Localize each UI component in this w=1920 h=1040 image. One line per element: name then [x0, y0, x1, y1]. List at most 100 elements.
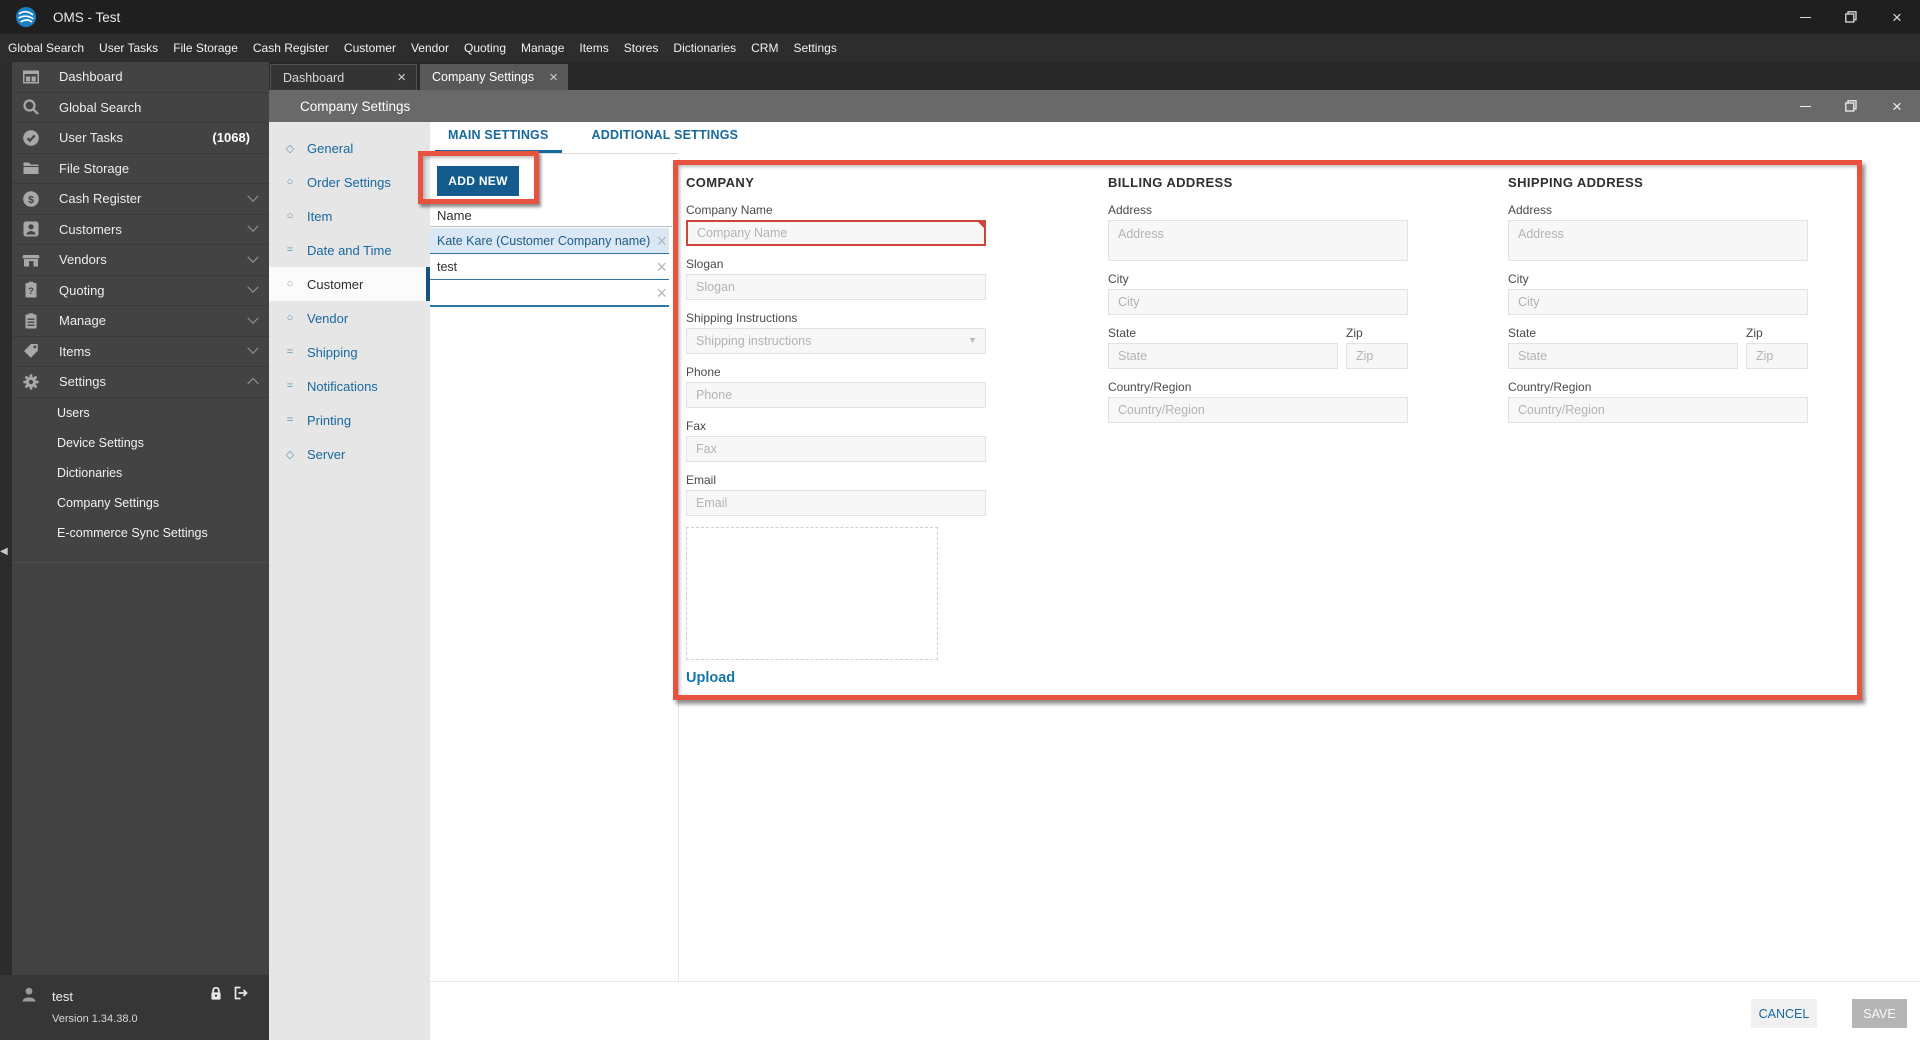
shipping-city-input[interactable]: [1508, 289, 1808, 315]
circle-icon: ○: [286, 176, 294, 188]
menu-customer[interactable]: Customer: [344, 41, 396, 55]
delete-row-icon[interactable]: ×: [656, 231, 667, 251]
settings-nav-date-and-time[interactable]: = Date and Time: [269, 233, 430, 267]
menu-items[interactable]: Items: [579, 41, 608, 55]
sidebar-item-file-storage[interactable]: File Storage: [12, 153, 269, 184]
sidebar-subitem-company-settings[interactable]: Company Settings: [12, 487, 269, 518]
chevron-down-icon[interactable]: [247, 220, 259, 233]
sidebar-subitem-dictionaries[interactable]: Dictionaries: [12, 457, 269, 488]
settings-nav-customer[interactable]: ○ Customer: [269, 267, 430, 301]
sidebar-item-customers[interactable]: Customers: [12, 214, 269, 245]
sidebar-item-dashboard[interactable]: Dashboard: [12, 62, 269, 93]
menu-vendor[interactable]: Vendor: [411, 41, 449, 55]
menu-settings[interactable]: Settings: [793, 41, 836, 55]
billing-country-input[interactable]: [1108, 397, 1408, 423]
add-new-button[interactable]: ADD NEW: [437, 166, 519, 196]
sidebar-item-items[interactable]: Items: [12, 336, 269, 367]
chevron-down-icon[interactable]: [247, 190, 259, 202]
logout-icon[interactable]: [231, 985, 249, 1001]
equals-icon: =: [286, 346, 294, 358]
menu-crm[interactable]: CRM: [751, 41, 778, 55]
sidebar-subitem-ecommerce-sync[interactable]: E-commerce Sync Settings: [12, 517, 269, 548]
settings-nav-server[interactable]: ◇ Server: [269, 437, 430, 471]
settings-nav-shipping[interactable]: = Shipping: [269, 335, 430, 369]
inner-window-controls: ×: [1782, 90, 1920, 122]
chevron-up-icon[interactable]: [247, 377, 259, 389]
chevron-down-icon[interactable]: [247, 251, 259, 263]
sidebar-item-vendors[interactable]: Vendors: [12, 245, 269, 276]
cancel-button[interactable]: CANCEL: [1751, 999, 1817, 1028]
fax-input[interactable]: [686, 436, 986, 462]
shipping-country-input[interactable]: [1508, 397, 1808, 423]
menu-user-tasks[interactable]: User Tasks: [99, 41, 158, 55]
inner-restore-button[interactable]: [1828, 90, 1874, 122]
restore-button[interactable]: [1828, 0, 1874, 34]
tab-additional-settings[interactable]: ADDITIONAL SETTINGS: [579, 128, 752, 153]
tab-company-settings[interactable]: Company Settings ×: [420, 64, 568, 90]
menu-stores[interactable]: Stores: [624, 41, 659, 55]
minimize-button[interactable]: [1782, 0, 1828, 34]
error-corner-icon: [976, 220, 986, 230]
list-item-kate-kare[interactable]: Kate Kare (Customer Company name) ×: [430, 228, 669, 254]
tab-close-icon[interactable]: ×: [397, 70, 406, 85]
sidebar-item-user-tasks[interactable]: User Tasks (1068): [12, 123, 269, 154]
list-item-new-empty[interactable]: ×: [430, 280, 669, 307]
menu-global-search[interactable]: Global Search: [8, 41, 84, 55]
delete-row-icon[interactable]: ×: [656, 257, 667, 277]
shipping-instructions-dropdown[interactable]: ▼: [686, 328, 986, 354]
chevron-down-icon[interactable]: [247, 342, 259, 355]
shipping-zip-input[interactable]: [1746, 343, 1808, 369]
menu-manage[interactable]: Manage: [521, 41, 564, 55]
settings-nav-vendor[interactable]: ○ Vendor: [269, 301, 430, 335]
save-button[interactable]: SAVE: [1852, 999, 1907, 1028]
menu-quoting[interactable]: Quoting: [464, 41, 506, 55]
billing-city-input[interactable]: [1108, 289, 1408, 315]
settings-nav-item[interactable]: ○ Item: [269, 199, 430, 233]
tab-main-settings[interactable]: MAIN SETTINGS: [435, 128, 562, 153]
sidebar-item-label: Settings: [59, 374, 106, 390]
shipping-state-zip-inputs: [1508, 343, 1808, 380]
upload-link[interactable]: Upload: [686, 670, 735, 686]
menu-file-storage[interactable]: File Storage: [173, 41, 238, 55]
delete-row-icon[interactable]: ×: [656, 283, 667, 303]
billing-address-input[interactable]: [1108, 220, 1408, 261]
chevron-down-icon[interactable]: [247, 281, 259, 294]
slogan-input[interactable]: [686, 274, 986, 300]
inner-minimize-button[interactable]: [1782, 90, 1828, 122]
company-name-input[interactable]: [686, 220, 986, 246]
sidebar-item-quoting[interactable]: ? Quoting: [12, 275, 269, 306]
logo-upload-dropzone[interactable]: [686, 527, 938, 660]
lock-icon[interactable]: [208, 985, 224, 1001]
sidebar-subitem-device-settings[interactable]: Device Settings: [12, 427, 269, 458]
chevron-down-icon[interactable]: [247, 312, 259, 324]
shipping-address-input[interactable]: [1508, 220, 1808, 261]
gear-icon: [22, 373, 40, 391]
settings-nav-order-settings[interactable]: ○ Order Settings: [269, 165, 430, 199]
billing-zip-input[interactable]: [1346, 343, 1408, 369]
shipping-instructions-input[interactable]: [686, 328, 986, 354]
shipping-state-input[interactable]: [1508, 343, 1738, 369]
tab-close-icon[interactable]: ×: [549, 70, 558, 85]
menu-cash-register[interactable]: Cash Register: [253, 41, 329, 55]
settings-nav-notifications[interactable]: = Notifications: [269, 369, 430, 403]
phone-input[interactable]: [686, 382, 986, 408]
sidebar-subitem-users[interactable]: Users: [12, 397, 269, 428]
inner-close-button[interactable]: ×: [1874, 90, 1920, 122]
close-button[interactable]: ×: [1874, 0, 1920, 34]
sidebar-item-cash-register[interactable]: $ Cash Register: [12, 184, 269, 215]
list-item-test[interactable]: test ×: [430, 254, 669, 280]
email-input[interactable]: [686, 490, 986, 516]
billing-state-input[interactable]: [1108, 343, 1338, 369]
quote-clipboard-icon: ?: [22, 281, 40, 299]
billing-country-label: Country/Region: [1108, 380, 1192, 394]
settings-nav-general[interactable]: ◇ General: [269, 131, 430, 165]
sidebar-item-settings[interactable]: Settings: [12, 367, 269, 398]
settings-nav-printing[interactable]: = Printing: [269, 403, 430, 437]
sidebar-item-global-search[interactable]: Global Search: [12, 92, 269, 123]
menu-dictionaries[interactable]: Dictionaries: [673, 41, 736, 55]
tab-dashboard[interactable]: Dashboard ×: [270, 64, 417, 90]
shipping-state-label: State: [1508, 326, 1537, 340]
diamond-icon: ◇: [285, 142, 295, 155]
sidebar-collapse-arrow[interactable]: ◀: [0, 546, 8, 557]
sidebar-item-manage[interactable]: Manage: [12, 306, 269, 337]
